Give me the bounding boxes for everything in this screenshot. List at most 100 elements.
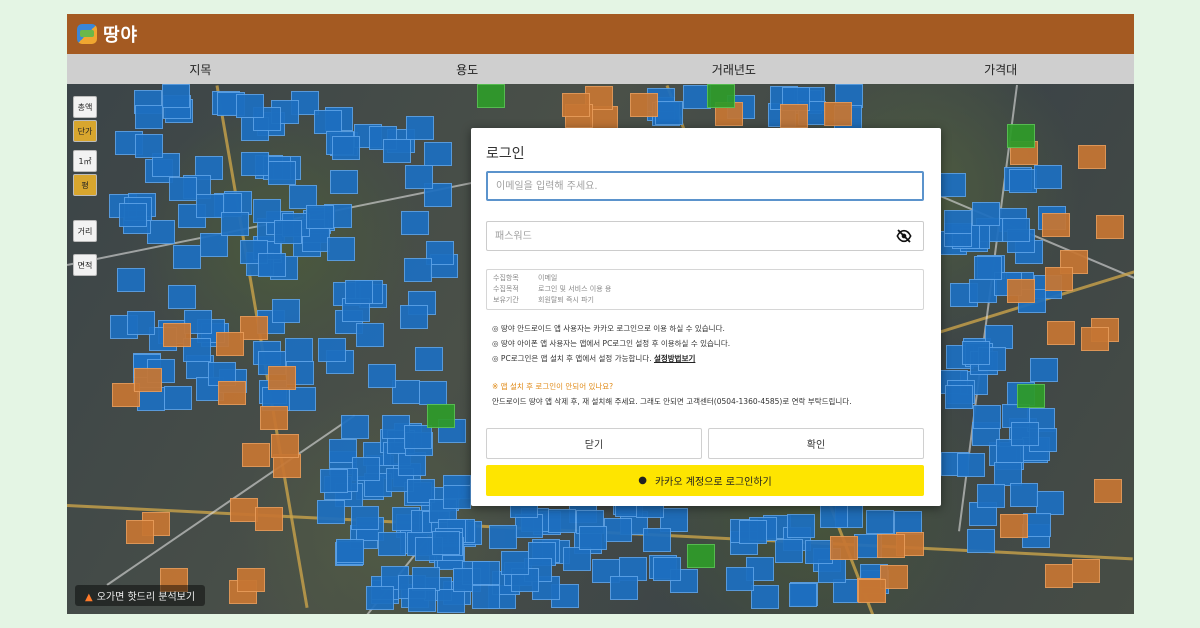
price-marker[interactable] [630, 93, 659, 118]
price-marker[interactable] [515, 514, 544, 539]
price-marker[interactable] [403, 257, 432, 282]
settings-guide-link[interactable]: 설정방법보기 [654, 354, 695, 363]
price-marker[interactable] [287, 386, 316, 411]
toggle-unit-price[interactable]: 단가 [73, 120, 97, 142]
price-marker[interactable] [944, 384, 973, 409]
price-marker[interactable] [969, 279, 998, 304]
price-marker[interactable] [562, 546, 591, 571]
price-marker[interactable] [750, 585, 779, 610]
price-marker[interactable] [236, 567, 265, 592]
price-marker[interactable] [1071, 558, 1100, 583]
price-marker[interactable] [956, 452, 985, 477]
price-marker[interactable] [258, 253, 287, 278]
filter-trade-year[interactable]: 거래년도 [601, 54, 868, 84]
kakao-login-button[interactable]: ● 카카오 계정으로 로그인하기 [486, 465, 924, 496]
price-marker[interactable] [787, 513, 816, 538]
auction-marker[interactable] [707, 84, 735, 108]
price-marker[interactable] [653, 557, 682, 582]
price-marker[interactable] [168, 177, 197, 202]
price-marker[interactable] [255, 506, 284, 531]
price-marker[interactable] [305, 204, 334, 229]
price-marker[interactable] [973, 255, 1002, 280]
price-marker[interactable] [579, 526, 608, 550]
price-marker[interactable] [221, 211, 250, 236]
price-marker[interactable] [472, 560, 501, 585]
price-marker[interactable] [472, 584, 501, 609]
price-marker[interactable] [267, 160, 296, 185]
price-marker[interactable] [1000, 513, 1029, 538]
price-marker[interactable] [418, 380, 447, 405]
price-marker[interactable] [943, 209, 972, 234]
price-marker[interactable] [857, 579, 886, 604]
auction-marker[interactable] [687, 544, 715, 568]
toggle-sqm[interactable]: 1㎡ [73, 150, 97, 172]
price-marker[interactable] [589, 106, 618, 131]
auction-marker[interactable] [1007, 124, 1035, 148]
price-marker[interactable] [199, 233, 228, 258]
price-marker[interactable] [642, 527, 671, 552]
price-marker[interactable] [1001, 217, 1030, 242]
price-marker[interactable] [331, 135, 360, 160]
confirm-button[interactable]: 확인 [708, 428, 924, 459]
filter-price-range[interactable]: 가격대 [867, 54, 1134, 84]
price-marker[interactable] [725, 566, 754, 591]
price-marker[interactable] [401, 211, 430, 236]
price-marker[interactable] [378, 532, 407, 557]
price-marker[interactable] [330, 169, 359, 194]
tool-distance[interactable]: 거리 [73, 220, 97, 242]
price-marker[interactable] [971, 202, 1000, 227]
price-marker[interactable] [215, 331, 244, 356]
price-marker[interactable] [1010, 422, 1039, 447]
price-marker[interactable] [1044, 267, 1073, 292]
price-marker[interactable] [404, 425, 433, 450]
price-marker[interactable] [161, 84, 190, 109]
price-marker[interactable] [1046, 320, 1075, 345]
price-marker[interactable] [163, 385, 192, 410]
price-marker[interactable] [876, 533, 905, 558]
price-marker[interactable] [562, 92, 591, 117]
price-marker[interactable] [604, 517, 633, 542]
price-marker[interactable] [397, 451, 426, 476]
price-marker[interactable] [273, 219, 302, 244]
price-marker[interactable] [1093, 478, 1122, 503]
price-marker[interactable] [399, 304, 428, 329]
price-marker[interactable] [116, 267, 145, 292]
price-marker[interactable] [962, 340, 991, 365]
price-marker[interactable] [610, 576, 639, 601]
price-marker[interactable] [351, 505, 380, 530]
app-logo-text[interactable]: 땅야 [103, 21, 138, 47]
price-marker[interactable] [424, 141, 453, 166]
price-marker[interactable] [127, 310, 156, 335]
price-marker[interactable] [1009, 483, 1038, 508]
filter-land-category[interactable]: 지목 [67, 54, 334, 84]
password-input[interactable] [486, 221, 924, 251]
price-marker[interactable] [147, 219, 176, 244]
price-marker[interactable] [135, 133, 164, 158]
price-marker[interactable] [268, 366, 297, 391]
price-marker[interactable] [317, 337, 346, 362]
price-marker[interactable] [285, 338, 314, 363]
price-marker[interactable] [366, 586, 395, 611]
price-marker[interactable] [938, 172, 967, 197]
price-marker[interactable] [1042, 212, 1071, 237]
price-marker[interactable] [973, 404, 1002, 429]
price-marker[interactable] [133, 367, 162, 392]
price-marker[interactable] [382, 138, 411, 163]
price-marker[interactable] [824, 101, 853, 126]
price-marker[interactable] [173, 245, 202, 270]
price-marker[interactable] [260, 406, 289, 431]
price-marker[interactable] [230, 497, 259, 522]
tool-area[interactable]: 면적 [73, 254, 97, 276]
price-marker[interactable] [739, 520, 768, 544]
price-marker[interactable] [967, 529, 996, 554]
price-marker[interactable] [775, 538, 804, 563]
price-marker[interactable] [241, 152, 270, 177]
price-marker[interactable] [368, 363, 397, 388]
price-marker[interactable] [1006, 278, 1035, 303]
price-marker[interactable] [271, 433, 300, 458]
auction-marker[interactable] [427, 404, 455, 428]
price-marker[interactable] [326, 236, 355, 261]
price-marker[interactable] [134, 104, 163, 129]
price-marker[interactable] [218, 381, 247, 406]
price-marker[interactable] [1033, 164, 1062, 189]
